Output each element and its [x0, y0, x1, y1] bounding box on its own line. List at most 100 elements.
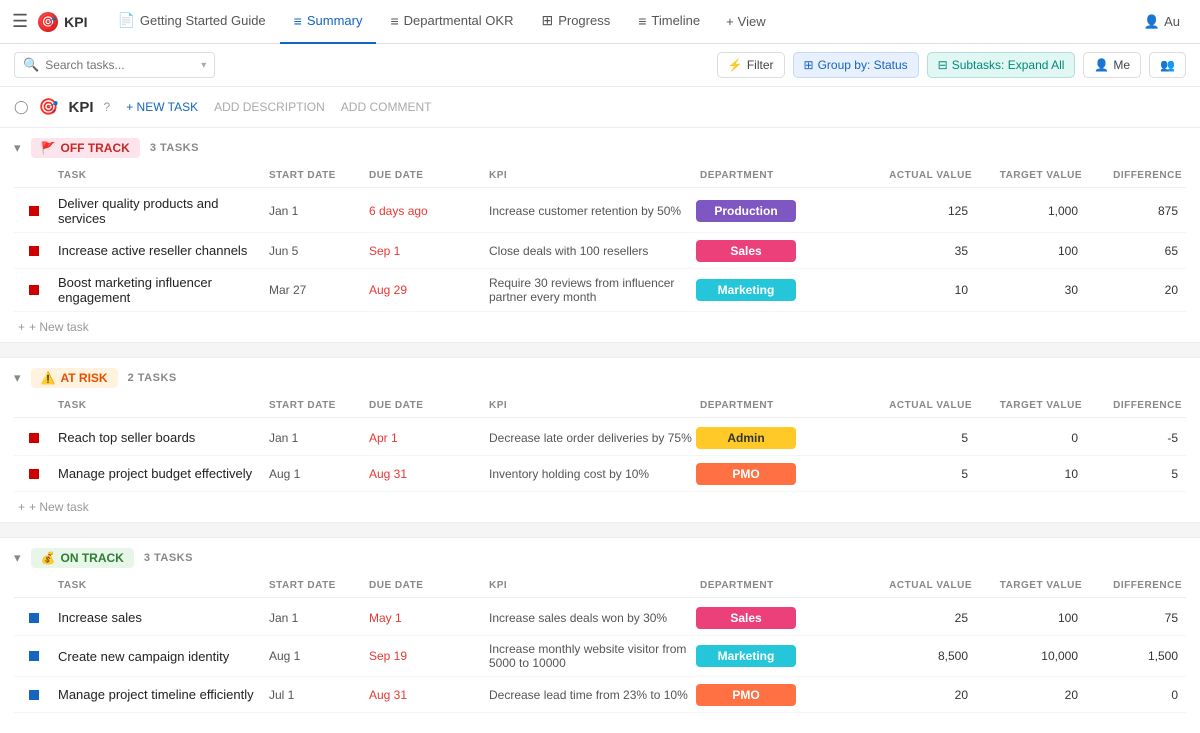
- task-diff-value: 0: [1086, 688, 1186, 702]
- at-risk-col-headers: TASK START DATE DUE DATE KPI DEPARTMENT …: [14, 394, 1186, 418]
- task-name[interactable]: Deliver quality products and services: [54, 196, 265, 226]
- section-at-risk: ⚠️ AT RISK 2 TASKS TASK START DATE DUE D…: [0, 358, 1200, 522]
- task-target-value: 20: [976, 688, 1086, 702]
- col-dept: DEPARTMENT: [696, 578, 876, 593]
- add-comment-button[interactable]: ADD COMMENT: [341, 100, 432, 114]
- col-dept: DEPARTMENT: [696, 398, 876, 413]
- search-input[interactable]: [45, 58, 195, 72]
- group-by-button[interactable]: ⊞ Group by: Status: [793, 52, 919, 78]
- off-track-table: TASK START DATE DUE DATE KPI DEPARTMENT …: [0, 164, 1200, 342]
- tab-departmental-okr[interactable]: ≡ Departmental OKR: [376, 0, 527, 44]
- task-kpi-text: Close deals with 100 resellers: [485, 244, 696, 258]
- dept-badge: Marketing: [696, 279, 796, 301]
- task-target-value: 10: [976, 467, 1086, 481]
- task-start-date: Jan 1: [265, 431, 365, 445]
- tab-progress[interactable]: ⊞ Progress: [527, 0, 624, 44]
- new-task-off-track-button[interactable]: + + New task: [14, 312, 1186, 342]
- warning-icon: ⚠️: [41, 371, 56, 385]
- flag-icon: 🚩: [41, 141, 56, 155]
- me-button[interactable]: 👤 Me: [1083, 52, 1141, 78]
- kpi-title: KPI: [68, 99, 93, 116]
- table-row: Manage project budget effectively Aug 1 …: [14, 456, 1186, 492]
- add-view-button[interactable]: + View: [714, 14, 778, 29]
- section-divider-2: [0, 522, 1200, 538]
- add-description-button[interactable]: ADD DESCRIPTION: [214, 100, 325, 114]
- col-task: TASK: [54, 578, 265, 593]
- hamburger-icon[interactable]: ☰: [12, 11, 28, 32]
- tab-doc-icon: 📄: [117, 12, 134, 29]
- toolbar: 🔍 ▾ ⚡ Filter ⊞ Group by: Status ⊟ Subtas…: [0, 44, 1200, 87]
- task-dept: Marketing: [696, 279, 876, 301]
- at-risk-task-count: 2 TASKS: [128, 372, 177, 384]
- new-task-button[interactable]: + NEW TASK: [126, 100, 198, 114]
- on-track-task-count: 3 TASKS: [144, 552, 193, 564]
- invite-button[interactable]: 👥: [1149, 52, 1186, 78]
- kpi-info-icon[interactable]: ?: [104, 100, 111, 114]
- task-name[interactable]: Increase active reseller channels: [54, 243, 265, 258]
- task-kpi-text: Increase customer retention by 50%: [485, 204, 696, 218]
- col-task: TASK: [54, 398, 265, 413]
- task-target-value: 0: [976, 431, 1086, 445]
- collapse-kpi-button[interactable]: ◯: [14, 99, 29, 115]
- dropdown-icon[interactable]: ▾: [201, 60, 206, 71]
- task-diff-value: 65: [1086, 244, 1186, 258]
- col-due: DUE DATE: [365, 578, 485, 593]
- task-color-indicator: [29, 206, 39, 216]
- task-target-value: 30: [976, 283, 1086, 297]
- task-dept: Production: [696, 200, 876, 222]
- collapse-at-risk-button[interactable]: [14, 370, 21, 386]
- section-header-on-track: 💰 ON TRACK 3 TASKS: [0, 538, 1200, 574]
- task-target-value: 1,000: [976, 204, 1086, 218]
- nav-right: 👤 Au: [1136, 10, 1188, 34]
- task-name[interactable]: Manage project timeline efficiently: [54, 687, 265, 702]
- task-due-date: Sep 1: [365, 244, 485, 258]
- subtasks-button[interactable]: ⊟ Subtasks: Expand All: [927, 52, 1076, 78]
- search-box[interactable]: 🔍 ▾: [14, 52, 215, 78]
- table-row: Reach top seller boards Jan 1 Apr 1 Decr…: [14, 420, 1186, 456]
- col-kpi: KPI: [485, 398, 696, 413]
- plus-icon: +: [18, 320, 25, 334]
- task-due-date: Apr 1: [365, 431, 485, 445]
- dept-badge: Admin: [696, 427, 796, 449]
- tab-timeline[interactable]: ≡ Timeline: [624, 0, 714, 44]
- task-due-date: Aug 31: [365, 467, 485, 481]
- on-track-table: TASK START DATE DUE DATE KPI DEPARTMENT …: [0, 574, 1200, 713]
- task-start-date: Aug 1: [265, 649, 365, 663]
- kpi-header: ◯ 🎯 KPI ? + NEW TASK ADD DESCRIPTION ADD…: [0, 87, 1200, 128]
- task-actual-value: 10: [876, 283, 976, 297]
- task-name[interactable]: Increase sales: [54, 610, 265, 625]
- section-header-off-track: 🚩 OFF TRACK 3 TASKS: [0, 128, 1200, 164]
- task-start-date: Mar 27: [265, 283, 365, 297]
- col-actual: ACTUAL VALUE: [876, 168, 976, 183]
- logo-icon: 🎯: [38, 12, 58, 32]
- col-kpi: KPI: [485, 578, 696, 593]
- at-risk-table: TASK START DATE DUE DATE KPI DEPARTMENT …: [0, 394, 1200, 522]
- filter-button[interactable]: ⚡ Filter: [717, 52, 785, 78]
- table-row: Increase sales Jan 1 May 1 Increase sale…: [14, 600, 1186, 636]
- collapse-off-track-button[interactable]: [14, 140, 21, 156]
- col-empty: [14, 578, 54, 593]
- tab-summary[interactable]: ≡ Summary: [280, 0, 377, 44]
- task-name[interactable]: Reach top seller boards: [54, 430, 265, 445]
- new-task-at-risk-button[interactable]: + + New task: [14, 492, 1186, 522]
- task-due-date: Aug 29: [365, 283, 485, 297]
- task-target-value: 100: [976, 611, 1086, 625]
- task-start-date: Jan 1: [265, 204, 365, 218]
- kpi-target-icon: 🎯: [39, 97, 59, 117]
- person-icon: 👤: [1144, 14, 1160, 30]
- task-name[interactable]: Boost marketing influencer engagement: [54, 275, 265, 305]
- task-kpi-text: Require 30 reviews from influencer partn…: [485, 276, 696, 304]
- task-name[interactable]: Manage project budget effectively: [54, 466, 265, 481]
- dept-badge: Production: [696, 200, 796, 222]
- user-avatar-button[interactable]: 👤 Au: [1136, 10, 1188, 34]
- task-name[interactable]: Create new campaign identity: [54, 649, 265, 664]
- task-diff-value: 5: [1086, 467, 1186, 481]
- col-task: TASK: [54, 168, 265, 183]
- collapse-on-track-button[interactable]: [14, 550, 21, 566]
- col-actual: ACTUAL VALUE: [876, 398, 976, 413]
- col-due: DUE DATE: [365, 398, 485, 413]
- tab-getting-started[interactable]: 📄 Getting Started Guide: [103, 0, 279, 44]
- task-actual-value: 8,500: [876, 649, 976, 663]
- filter-icon: ⚡: [728, 58, 743, 72]
- task-start-date: Aug 1: [265, 467, 365, 481]
